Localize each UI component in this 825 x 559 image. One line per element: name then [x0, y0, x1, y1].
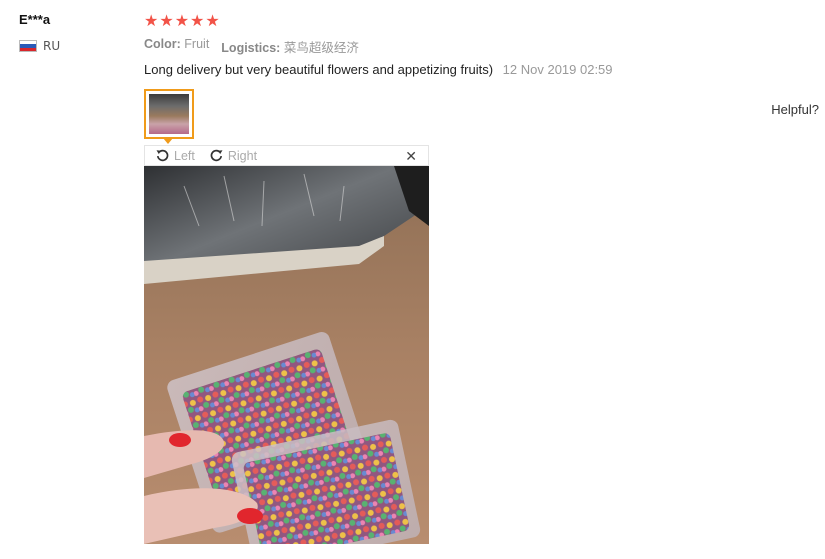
logistics-attribute: Logistics: 菜鸟超级经济	[221, 37, 359, 56]
order-attributes: Color: Fruit Logistics: 菜鸟超级经济	[144, 37, 359, 56]
rotate-left-label: Left	[174, 148, 195, 163]
review-photo-large	[144, 166, 429, 544]
star-rating: ★ ★ ★ ★ ★	[144, 11, 220, 31]
photo-viewer-toolbar: Left Right ✕	[144, 145, 429, 166]
review-photo-thumbnail[interactable]	[144, 89, 194, 139]
color-attribute: Color: Fruit	[144, 37, 209, 56]
reviewer-country: RU	[19, 39, 60, 53]
logistics-label: Logistics:	[221, 41, 281, 55]
review-photo-image	[144, 166, 429, 544]
rotate-left-icon	[155, 148, 170, 163]
review-text: Long delivery but very beautiful flowers…	[144, 62, 494, 77]
star-icon: ★	[144, 11, 159, 30]
color-label: Color:	[144, 37, 181, 51]
color-value: Fruit	[184, 37, 210, 51]
review-date: 12 Nov 2019 02:59	[502, 62, 613, 77]
rotate-left-button[interactable]: Left	[155, 148, 195, 163]
rotate-right-label: Right	[227, 148, 258, 163]
rotate-right-icon	[209, 148, 224, 163]
close-icon[interactable]: ✕	[405, 148, 417, 164]
star-icon: ★	[205, 11, 220, 30]
rotate-right-button[interactable]: Right	[209, 148, 257, 163]
review-content: Long delivery but very beautiful flowers…	[144, 62, 613, 77]
reviewer-name: E***a	[19, 12, 51, 27]
thumbnail-image	[149, 94, 189, 134]
country-code: RU	[43, 39, 61, 53]
logistics-value: 菜鸟超级经济	[283, 41, 359, 55]
star-icon: ★	[190, 11, 205, 30]
star-icon: ★	[174, 11, 190, 30]
star-icon: ★	[159, 11, 174, 30]
russia-flag-icon	[19, 40, 37, 52]
helpful-link[interactable]: Helpful?	[771, 102, 819, 117]
selected-thumbnail-pointer	[163, 138, 173, 144]
